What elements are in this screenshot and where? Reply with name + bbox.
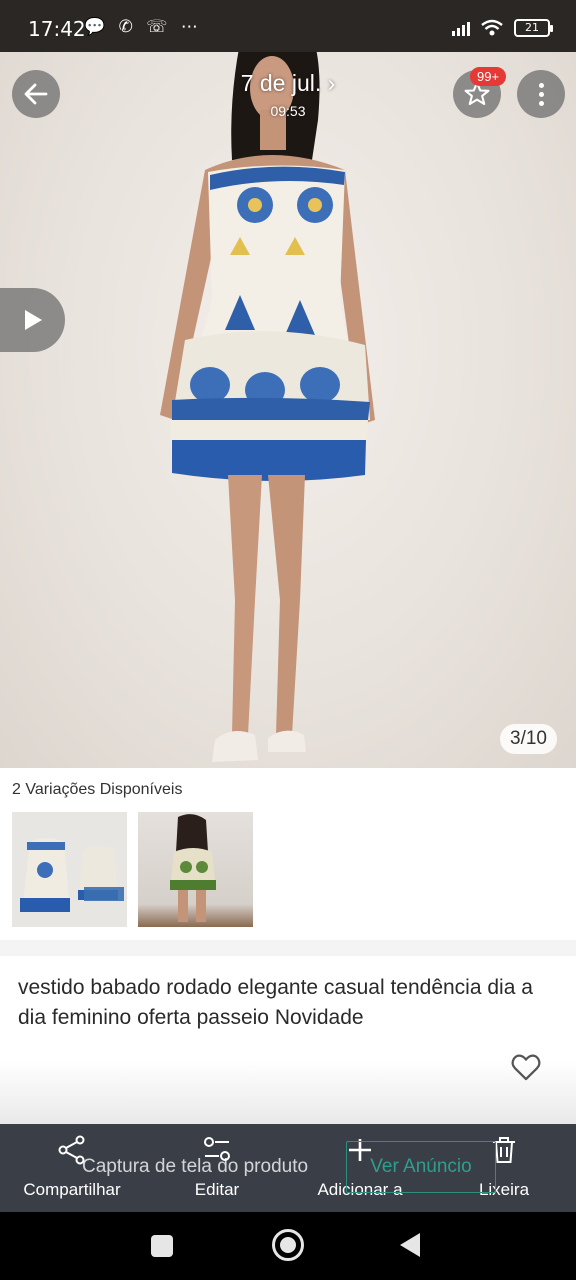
status-bar: 17:42 💬 ✆ ☏ ⋯ 21 <box>0 0 576 52</box>
play-icon <box>24 310 42 330</box>
battery-icon: 21 <box>514 19 553 37</box>
play-video-button[interactable] <box>0 288 65 352</box>
signal-icon <box>452 20 470 36</box>
view-listing-button[interactable]: Ver Anúncio <box>346 1141 496 1193</box>
edit-label: Editar <box>194 1180 240 1199</box>
variations-label: 2 Variações Disponíveis <box>12 781 183 798</box>
variation-thumbnail-2[interactable] <box>138 812 253 927</box>
home-icon[interactable] <box>272 1229 304 1261</box>
share-label: Compartilhar <box>23 1180 121 1199</box>
variation-1-image <box>20 838 124 912</box>
variation-2-image <box>170 814 216 922</box>
wishlist-button[interactable] <box>509 1050 543 1084</box>
status-time: 17:42 <box>28 17 86 41</box>
heart-icon <box>511 1054 541 1081</box>
bottom-fade <box>0 1060 576 1124</box>
variation-thumbnail-1[interactable] <box>12 812 127 927</box>
recents-icon[interactable] <box>151 1235 173 1257</box>
screenshot-caption: Captura de tela do produto <box>82 1156 309 1177</box>
image-counter: 3/10 <box>500 724 557 754</box>
more-vertical-icon <box>538 82 544 106</box>
view-listing-label: Ver Anúncio <box>370 1156 472 1177</box>
status-right: 21 <box>452 17 553 39</box>
more-options-button[interactable] <box>517 70 565 118</box>
wifi-icon <box>481 19 503 36</box>
product-description: vestido babado rodado elegante casual te… <box>18 976 533 1029</box>
notification-icons: 💬 ✆ ☏ ⋯ <box>84 17 202 37</box>
notification-badge: 99+ <box>470 67 507 86</box>
section-divider <box>0 940 576 956</box>
nav-back-icon[interactable] <box>400 1233 420 1257</box>
